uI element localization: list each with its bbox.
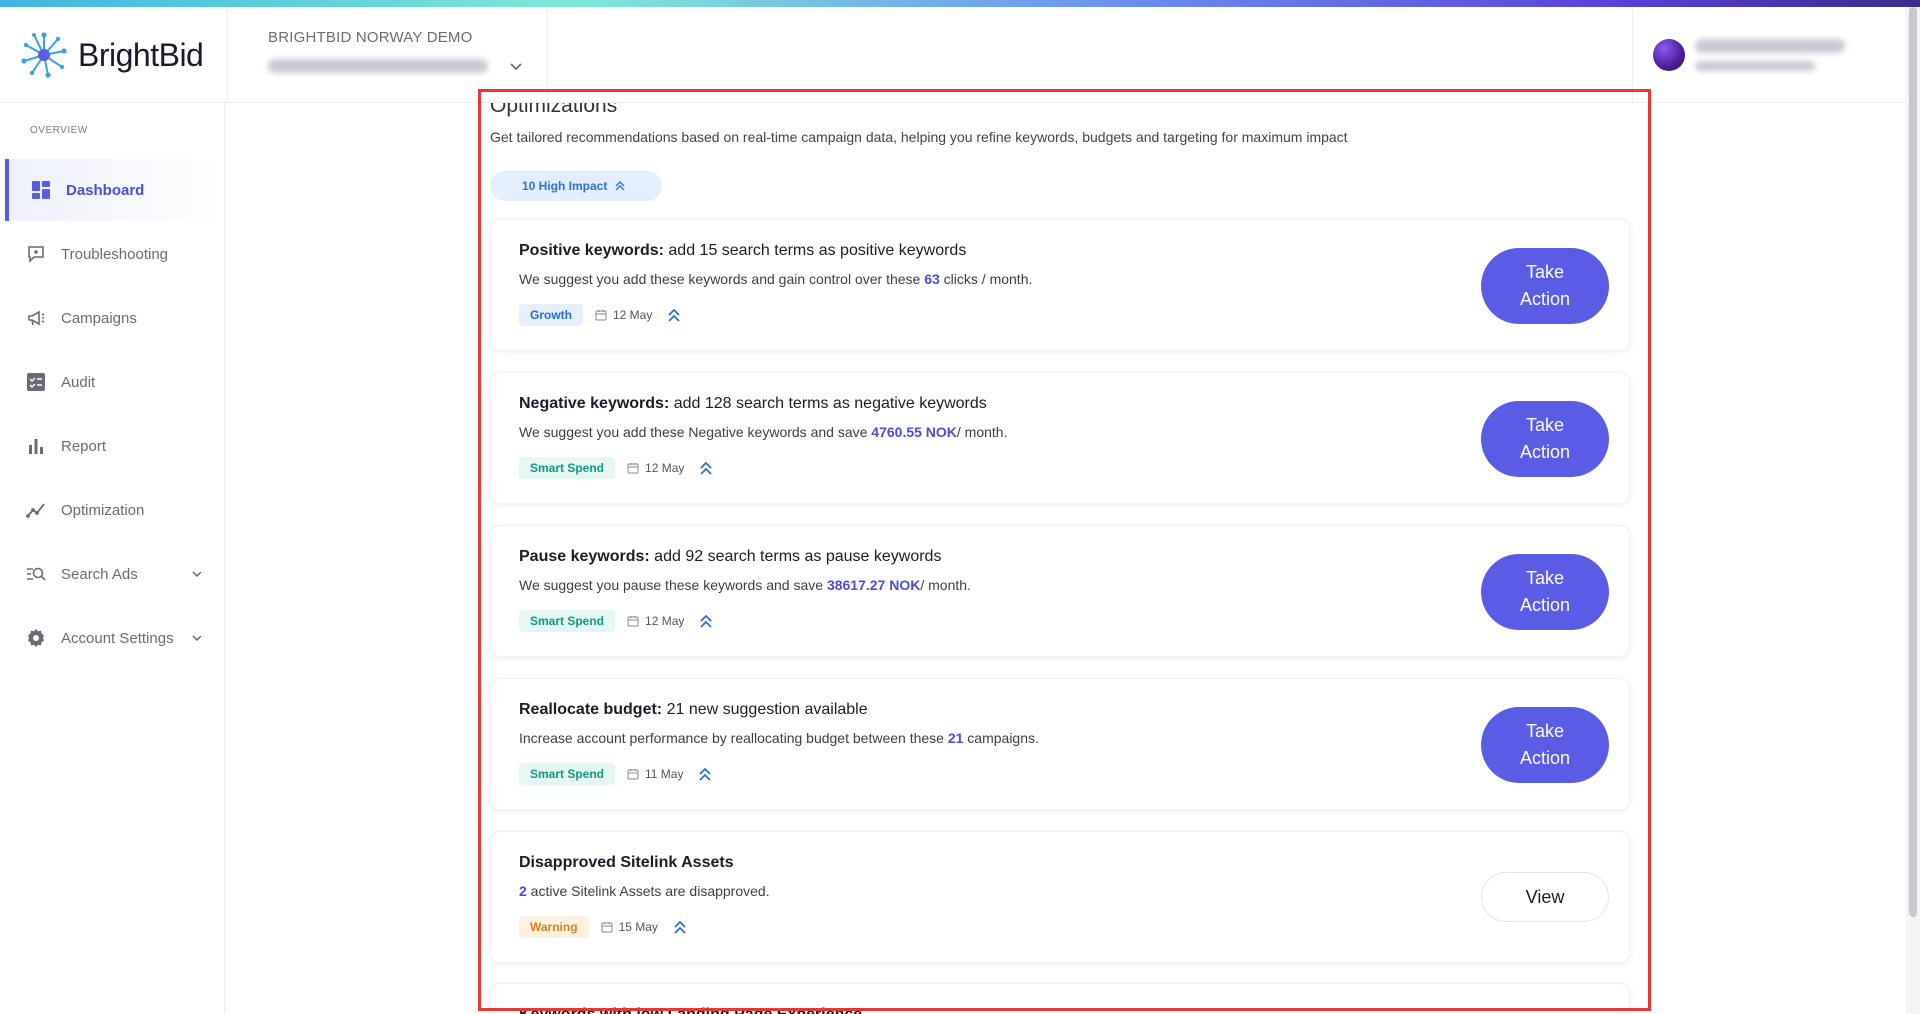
optimization-card: Pause keywords: add 92 search terms as p… [490,525,1630,657]
trend-icon [25,499,47,521]
card-description: We suggest you add these Negative keywor… [519,424,1008,440]
user-info-redacted [1695,39,1845,71]
brightbid-logo-icon [21,32,67,78]
logo[interactable]: BrightBid [0,7,228,103]
sidebar-item-label: Audit [61,373,96,391]
sidebar-item-report[interactable]: Report [5,415,220,477]
card-meta: Warning 15 May [519,916,688,938]
card-title: Keywords with low Landing Page Experienc… [519,1006,862,1014]
scrollbar[interactable] [1906,7,1920,1014]
chevron-down-icon[interactable] [510,58,522,74]
calendar-icon [627,463,639,474]
card-date: 15 May [618,920,658,934]
sidebar-item-account-settings[interactable]: Account Settings [5,607,220,669]
card-meta: Smart Spend 12 May [519,610,714,632]
account-switcher[interactable]: BRIGHTBID NORWAY DEMO [228,7,548,103]
sidebar-item-label: Search Ads [61,565,138,583]
optimization-card: Keywords with low Landing Page Experienc… [490,983,1630,1014]
calendar-icon [601,922,613,933]
take-action-button[interactable]: Take Action [1481,554,1609,630]
bar-chart-icon [25,435,47,457]
sidebar-item-label: Optimization [61,501,145,519]
card-description: Increase account performance by realloca… [519,730,1039,746]
user-menu[interactable] [1632,7,1906,103]
dashboard-icon [30,179,52,201]
sidebar-item-optimization[interactable]: Optimization [5,479,220,541]
category-tag: Warning [519,916,589,938]
calendar-icon [627,616,639,627]
category-tag: Smart Spend [519,763,616,785]
sidebar-item-troubleshooting[interactable]: Troubleshooting [5,223,220,285]
card-date: 12 May [613,308,653,322]
optimization-card: Disapproved Sitelink Assets 2 active Sit… [490,831,1630,963]
card-title: Negative keywords: add 128 search terms … [519,395,987,412]
audit-icon [25,371,47,393]
high-impact-filter[interactable]: 10 High Impact [490,171,662,201]
high-impact-icon [674,920,686,934]
optimization-card: Reallocate budget: 21 new suggestion ava… [490,678,1630,810]
gear-icon [25,627,47,649]
sidebar-item-search-ads[interactable]: Search Ads [5,543,220,605]
category-tag: Smart Spend [519,610,616,632]
avatar[interactable] [1653,39,1685,71]
impact-pill-label: 10 High Impact [522,179,608,193]
take-action-button[interactable]: Take Action [1481,248,1609,324]
card-title: Positive keywords: add 15 search terms a… [519,242,967,259]
sidebar-item-campaigns[interactable]: Campaigns [5,287,220,349]
account-name-redacted [268,59,488,73]
card-description: 2 active Sitelink Assets are disapproved… [519,883,770,899]
high-impact-icon [668,308,680,322]
account-title: BRIGHTBID NORWAY DEMO [268,29,473,46]
double-chevron-up-icon [615,181,625,191]
card-description: We suggest you add these keywords and ga… [519,271,1033,287]
view-button[interactable]: View [1481,872,1609,922]
sidebar-item-dashboard[interactable]: Dashboard [5,159,220,221]
sidebar-item-label: Account Settings [61,629,174,647]
card-meta: Smart Spend 11 May [519,763,713,785]
sidebar-item-label: Campaigns [61,309,137,327]
card-title: Reallocate budget: 21 new suggestion ava… [519,701,868,718]
card-description: We suggest you pause these keywords and … [519,577,971,593]
chevron-down-icon[interactable] [192,567,202,581]
category-tag: Smart Spend [519,457,616,479]
take-action-button[interactable]: Take Action [1481,707,1609,783]
account-select[interactable] [268,58,547,74]
scrollbar-thumb[interactable] [1909,7,1917,917]
sidebar-section-label: OVERVIEW [30,125,88,136]
high-impact-icon [700,461,713,475]
calendar-icon [595,310,607,321]
take-action-button[interactable]: Take Action [1481,401,1609,477]
optimization-card: Negative keywords: add 128 search terms … [490,372,1630,504]
card-title: Pause keywords: add 92 search terms as p… [519,548,942,565]
card-date: 12 May [645,614,685,628]
optimization-card: Positive keywords: add 15 search terms a… [490,219,1630,351]
page-title: Optimizations [490,103,618,117]
sidebar: OVERVIEW Dashboard Troubleshooting Campa… [0,103,225,1014]
top-gradient-bar [0,0,1920,7]
sidebar-item-label: Troubleshooting [61,245,169,263]
calendar-icon [627,769,639,780]
chevron-down-icon[interactable] [192,631,202,645]
section-description: Get tailored recommendations based on re… [490,129,1348,145]
high-impact-icon [699,767,712,781]
megaphone-icon [25,307,47,329]
search-ads-icon [25,563,47,585]
main-content: Optimizations Get tailored recommendatio… [226,103,1906,1014]
sidebar-item-audit[interactable]: Audit [5,351,220,413]
card-meta: Smart Spend 12 May [519,457,714,479]
high-impact-icon [700,614,713,628]
category-tag: Growth [519,304,583,326]
brand-name: BrightBid [78,36,204,73]
sidebar-item-label: Dashboard [66,181,145,199]
card-date: 11 May [645,767,684,781]
header: BrightBid BRIGHTBID NORWAY DEMO [0,7,1906,103]
card-meta: Growth 12 May [519,304,682,326]
troubleshooting-icon [25,243,47,265]
card-date: 12 May [645,461,685,475]
sidebar-item-label: Report [61,437,107,455]
card-title: Disapproved Sitelink Assets [519,854,734,871]
